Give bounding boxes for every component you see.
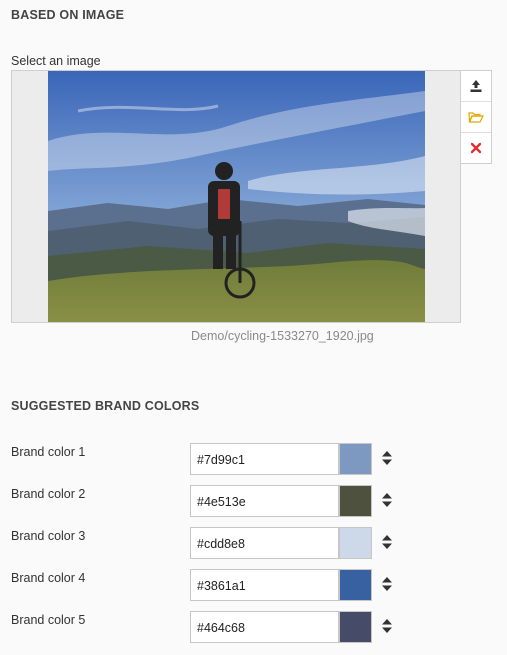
image-actions-toolbar <box>460 70 492 164</box>
brand-color-input[interactable] <box>190 569 339 601</box>
section-title-based-on-image: BASED ON IMAGE <box>11 8 125 22</box>
brand-color-row: Brand color 3 <box>0 527 507 559</box>
section-title-suggested-brand-colors: SUGGESTED BRAND COLORS <box>11 399 200 413</box>
brand-color-input[interactable] <box>190 485 339 517</box>
upload-button[interactable] <box>461 71 491 102</box>
brand-color-row: Brand color 5 <box>0 611 507 643</box>
folder-open-icon <box>468 112 484 123</box>
brand-color-input[interactable] <box>190 611 339 643</box>
brand-color-label: Brand color 4 <box>11 571 86 585</box>
brand-color-input[interactable] <box>190 527 339 559</box>
select-image-label: Select an image <box>11 54 101 68</box>
sort-handle-icon[interactable] <box>381 534 393 550</box>
sort-handle-icon[interactable] <box>381 492 393 508</box>
brand-color-row: Brand color 1 <box>0 443 507 475</box>
sort-handle-icon[interactable] <box>381 576 393 592</box>
brand-color-label: Brand color 5 <box>11 613 86 627</box>
brand-color-label: Brand color 2 <box>11 487 86 501</box>
brand-color-row: Brand color 4 <box>0 569 507 601</box>
brand-color-row: Brand color 2 <box>0 485 507 517</box>
brand-color-input[interactable] <box>190 443 339 475</box>
color-swatch[interactable] <box>339 485 372 517</box>
color-swatch[interactable] <box>339 527 372 559</box>
image-file-name: Demo/cycling-1533270_1920.jpg <box>191 329 374 343</box>
preview-photo <box>48 71 425 322</box>
sort-handle-icon[interactable] <box>381 450 393 466</box>
upload-icon <box>470 80 482 92</box>
brand-color-label: Brand color 1 <box>11 445 86 459</box>
brand-color-label: Brand color 3 <box>11 529 86 543</box>
sort-handle-icon[interactable] <box>381 618 393 634</box>
color-swatch[interactable] <box>339 569 372 601</box>
browse-folder-button[interactable] <box>461 102 491 133</box>
color-swatch[interactable] <box>339 611 372 643</box>
color-swatch[interactable] <box>339 443 372 475</box>
image-preview-frame[interactable] <box>11 70 461 323</box>
close-icon <box>470 142 482 154</box>
cyclist-landscape-image <box>48 71 425 322</box>
remove-image-button[interactable] <box>461 133 491 163</box>
